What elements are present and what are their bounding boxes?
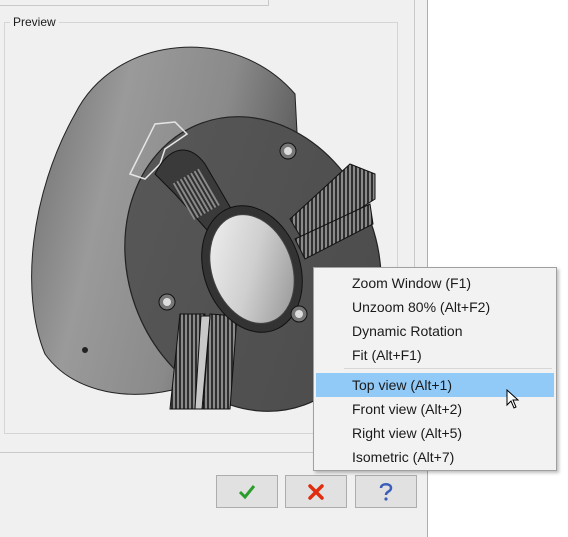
question-icon [379,482,393,501]
mouse-cursor-icon [506,389,520,409]
ok-button[interactable] [216,475,278,508]
menu-item-right-view[interactable]: Right view (Alt+5) [316,421,554,445]
menu-item-unzoom[interactable]: Unzoom 80% (Alt+F2) [316,295,554,319]
menu-item-fit[interactable]: Fit (Alt+F1) [316,343,554,367]
menu-item-dynamic-rotation[interactable]: Dynamic Rotation [316,319,554,343]
x-icon [308,483,324,500]
context-menu: Zoom Window (F1) Unzoom 80% (Alt+F2) Dyn… [313,267,557,471]
menu-item-zoom-window[interactable]: Zoom Window (F1) [316,271,554,295]
top-field [0,0,269,6]
checkmark-icon [238,484,256,499]
menu-separator [344,368,552,369]
help-button[interactable] [355,475,417,508]
menu-item-isometric[interactable]: Isometric (Alt+7) [316,445,554,469]
cancel-button[interactable] [285,475,347,508]
